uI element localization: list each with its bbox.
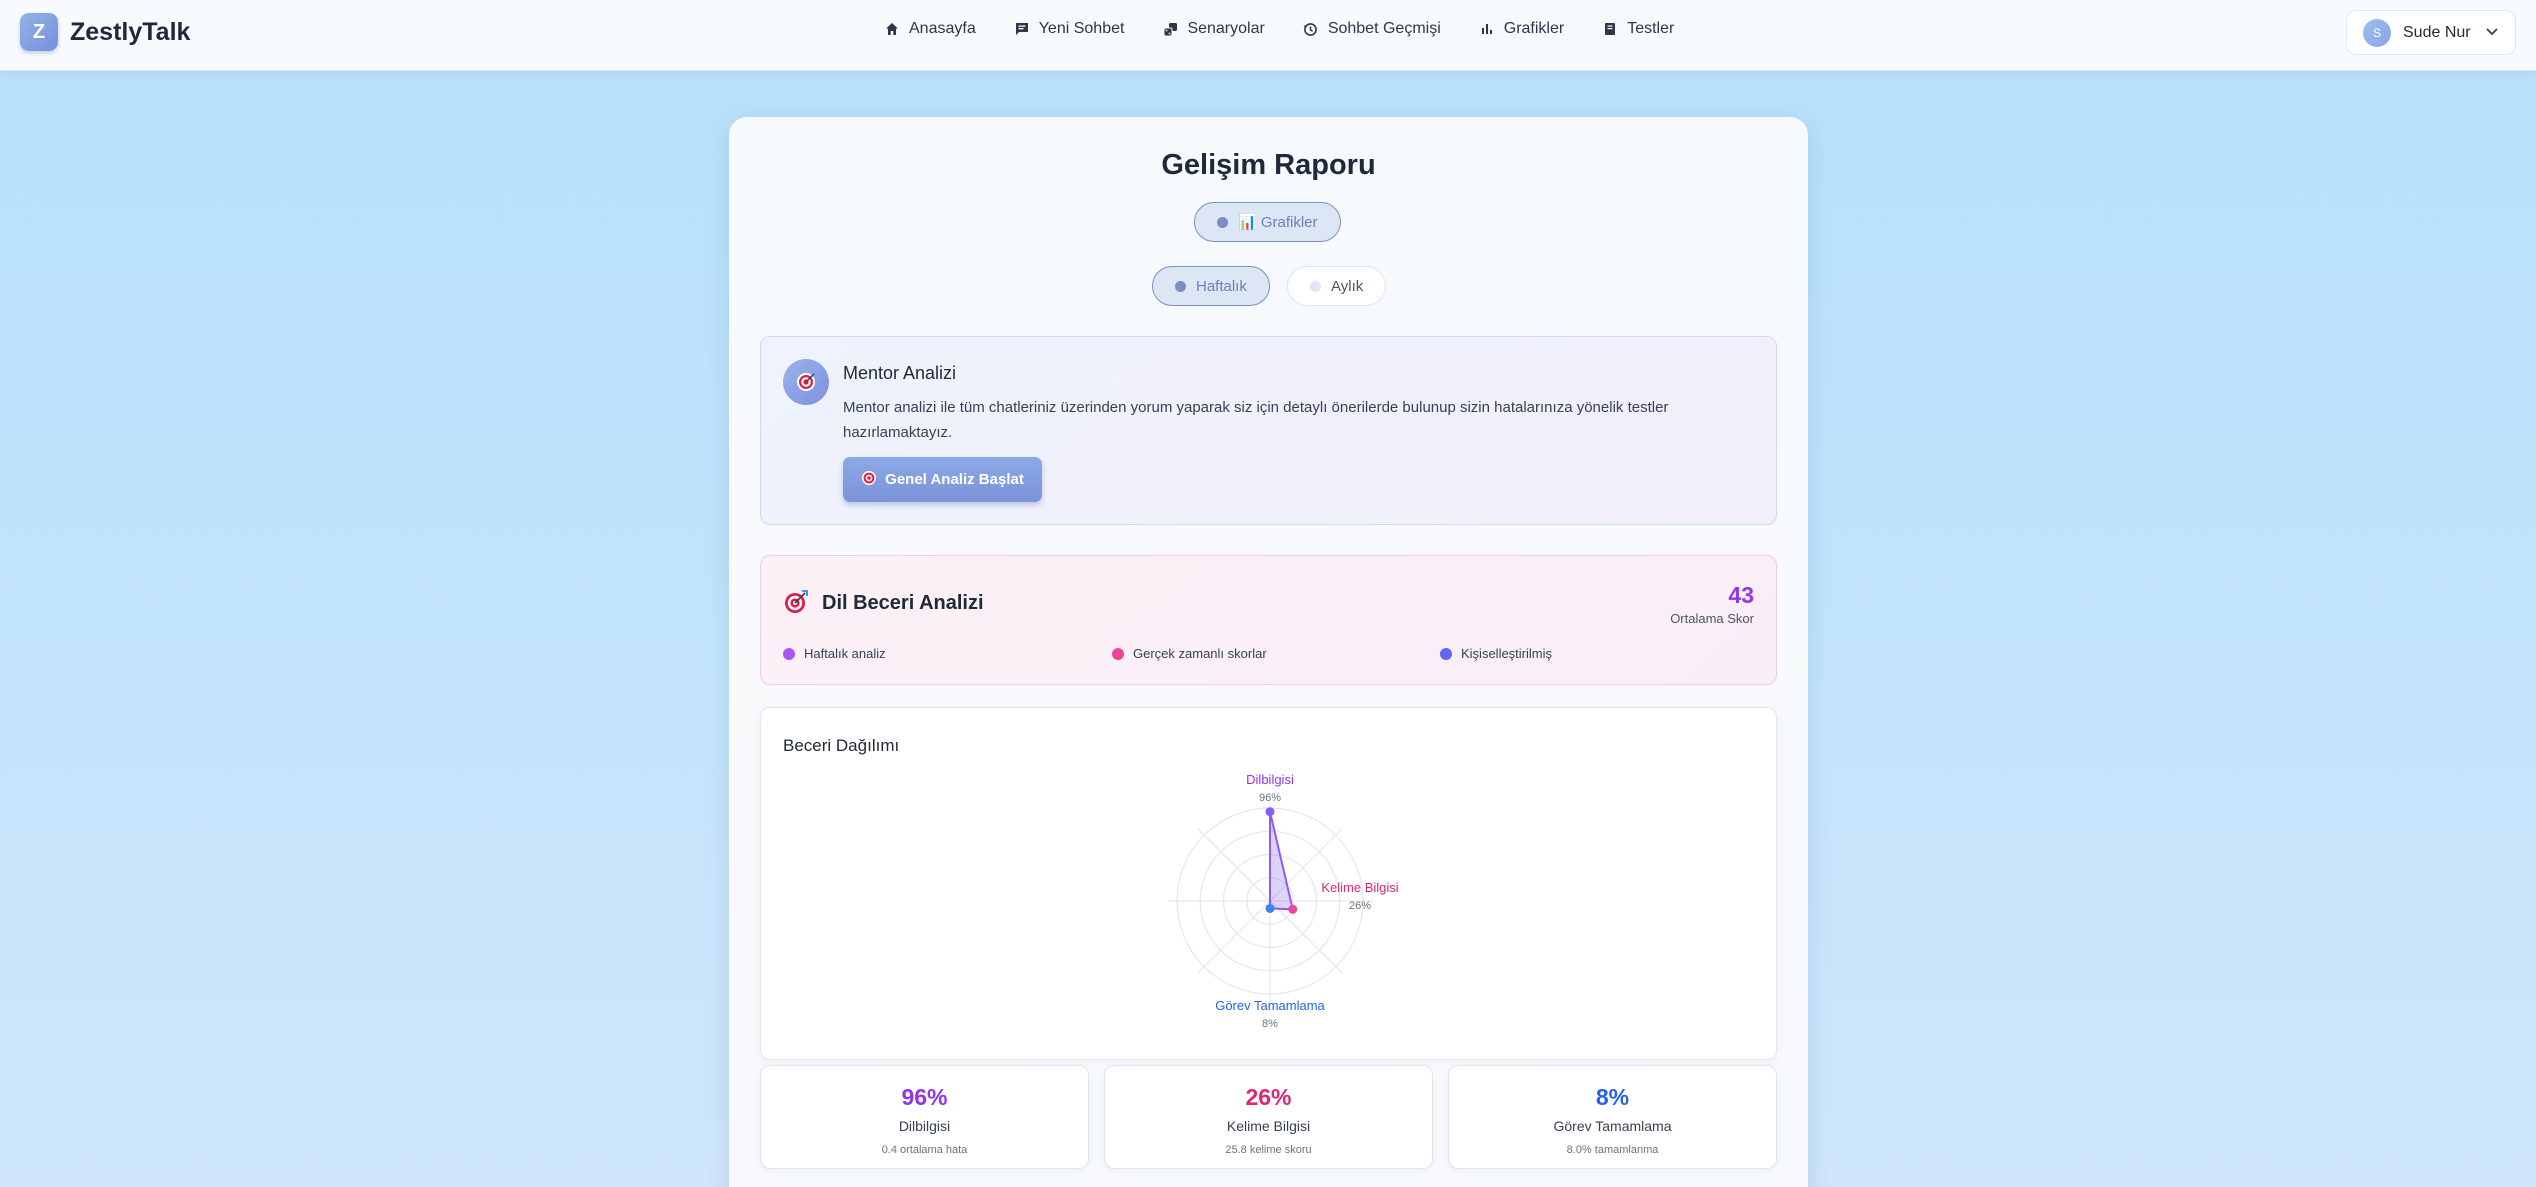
skill-analysis-title: Dil Beceri Analizi [822,592,984,614]
nav-item-sohbet-gecmisi[interactable]: Sohbet Geçmişi [1303,20,1441,38]
tab-dot [1310,280,1321,292]
radar-value-label: 8% [1262,1018,1278,1030]
start-analysis-label: Genel Analiz Başlat [885,471,1024,488]
stat-label: Görev Tamamlama [1553,1118,1672,1134]
stat-subtext: 8.0% tamamlanma [1566,1144,1659,1156]
history-icon [1303,21,1319,37]
user-menu[interactable]: S Sude Nur [2346,10,2516,55]
tag-dot [1440,647,1452,660]
tag-realtime-scores: Gerçek zamanlı skorlar [1112,646,1267,661]
tag-label: Gerçek zamanlı skorlar [1133,646,1267,661]
radar-value-label: 26% [1349,900,1371,912]
nav-item-anasayfa[interactable]: Anasayfa [884,20,976,38]
brand-logo: Z [20,13,58,51]
nav-label: Testler [1627,20,1675,37]
target-icon [783,589,809,615]
radar-grid-spoke [1197,900,1271,974]
nav-label: Sohbet Geçmişi [1327,20,1441,37]
radar-axis-label: Görev Tamamlama [1215,998,1325,1013]
tag-dot [783,647,795,660]
brand[interactable]: Z ZestlyTalk [20,13,190,51]
tag-label: Kişiselleştirilmiş [1461,646,1553,661]
mentor-title: Mentor Analizi [843,363,957,383]
radar-data-area [1269,811,1294,911]
stat-label: Kelime Bilgisi [1226,1118,1311,1134]
start-analysis-button[interactable]: Genel Analiz Başlat [843,457,1042,502]
avatar: S [2363,18,2391,47]
radar-data-point [1288,904,1298,914]
average-score-label: Ortalama Skor [1670,611,1754,626]
skill-analysis-card: Dil Beceri Analizi 43 Ortalama Skor Haft… [760,555,1777,685]
radar-axis-label: Dilbilgisi [1246,772,1294,787]
stat-label: Dilbilgisi [898,1118,951,1134]
nav-label: Grafikler [1503,20,1565,37]
stat-value: 26% [1245,1084,1292,1110]
home-icon [884,21,900,37]
user-name: Sude Nur [2403,23,2471,41]
main-nav: Anasayfa Yeni Sohbet Senaryolar Sohbet G… [884,20,1674,38]
radar-grid-spoke [1269,900,1343,974]
skill-radar-chart: Dilbilgisi 96% Kelime Bilgisi 26% Görev Tama… [1167,772,1398,1030]
nav-item-yeni-sohbet[interactable]: Yeni Sohbet [1014,20,1125,38]
view-toggle-label: 📊 Grafikler [1238,214,1318,231]
nav-item-grafikler[interactable]: Grafikler [1479,20,1564,38]
period-tab-monthly[interactable]: Aylık [1287,266,1387,306]
radar-data-point [1265,807,1275,817]
radar-data-point [1265,903,1275,913]
target-icon [861,470,877,490]
nav-label: Anasayfa [909,20,976,37]
dice-icon [1162,21,1178,37]
radar-value-label: 96% [1259,792,1281,804]
period-weekly-label: Haftalık [1196,277,1247,295]
chevron-down-icon [2485,24,2499,42]
top-navbar: Z ZestlyTalk Anasayfa Yeni Sohbet Senary… [0,0,2536,71]
stat-subtext: 25.8 kelime skoru [1225,1144,1312,1156]
nav-item-testler[interactable]: Testler [1602,20,1674,38]
tag-personalized: Kişiselleştirilmiş [1440,646,1552,661]
tag-label: Haftalık analiz [804,646,886,661]
bar-chart-icon [1479,21,1495,37]
skill-distribution-card: Beceri Dağılımı Dilbilgisi 96% Kelime Bilg… [760,707,1777,1060]
skill-distribution-title: Beceri Dağılımı [783,736,900,755]
page-title: Gelişim Raporu [1161,149,1376,181]
tag-weekly-analysis: Haftalık analiz [783,646,886,661]
nav-item-senaryolar[interactable]: Senaryolar [1162,20,1265,38]
radar-grid-spoke [1197,828,1271,902]
radar-axis-label: Kelime Bilgisi [1321,880,1398,895]
chat-icon [1014,21,1030,37]
target-icon [783,359,829,405]
tag-dot [1112,647,1124,660]
period-tab-weekly[interactable]: Haftalık [1152,266,1270,306]
book-icon [1602,21,1618,37]
mentor-analysis-card: Mentor Analizi Mentor analizi ile tüm ch… [760,336,1777,525]
mentor-description: Mentor analizi ile tüm chatleriniz üzeri… [843,399,1669,441]
stat-card-vocabulary: 26% Kelime Bilgisi 25.8 kelime skoru [1104,1065,1433,1169]
stat-subtext: 0.4 ortalama hata [881,1144,968,1156]
stat-value: 96% [901,1084,948,1110]
nav-label: Senaryolar [1187,20,1265,37]
toggle-dot [1217,216,1228,228]
view-toggle-grafikler[interactable]: 📊 Grafikler [1194,202,1341,242]
average-score: 43 [1728,582,1754,608]
period-monthly-label: Aylık [1331,277,1364,295]
tab-dot [1175,280,1186,292]
brand-name: ZestlyTalk [70,17,191,46]
stat-value: 8% [1595,1084,1630,1110]
report-card: Gelişim Raporu 📊 Grafikler Haftalık Aylı… [729,117,1808,1187]
stat-card-task-completion: 8% Görev Tamamlama 8.0% tamamlanma [1448,1065,1777,1169]
nav-label: Yeni Sohbet [1038,20,1125,37]
stat-card-grammar: 96% Dilbilgisi 0.4 ortalama hata [760,1065,1089,1169]
